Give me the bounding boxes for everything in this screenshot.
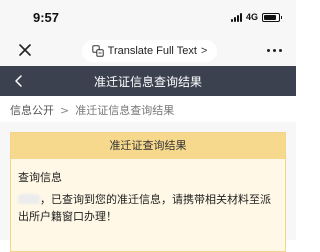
chevron-right-icon: > xyxy=(200,45,208,57)
translate-label: Translate Full Text xyxy=(107,45,197,57)
breadcrumb: 信息公开 > 准迁证信息查询结果 xyxy=(10,102,174,118)
breadcrumb-current: 准迁证信息查询结果 xyxy=(75,104,175,117)
more-options-icon[interactable] xyxy=(267,49,282,52)
page-header: 准迁证信息查询结果 xyxy=(0,66,296,96)
browser-toolbar: Translate Full Text > xyxy=(0,36,296,66)
status-indicators: 4G xyxy=(230,12,282,22)
battery-fill xyxy=(264,14,276,20)
network-label: 4G xyxy=(245,12,258,22)
redacted-name xyxy=(18,194,40,204)
status-bar: 9:57 4G xyxy=(0,0,296,36)
breadcrumb-separator: > xyxy=(60,104,70,117)
signal-icon xyxy=(230,12,242,22)
page-title: 准迁证信息查询结果 xyxy=(93,75,202,89)
battery-icon xyxy=(262,12,282,22)
card-message: ，已查询到您的准迁信息，请携带相关材料至派出所户籍窗口办理！ xyxy=(18,191,280,225)
translate-icon xyxy=(91,45,104,57)
status-time: 9:57 xyxy=(33,10,60,25)
breadcrumb-root-link[interactable]: 信息公开 xyxy=(10,104,54,117)
result-card: 准迁证查询结果 查询信息 ，已查询到您的准迁信息，请携带相关材料至派出所户籍窗口… xyxy=(10,132,286,252)
card-message-text: ，已查询到您的准迁信息，请携带相关材料至派出所户籍窗口办理！ xyxy=(18,193,271,223)
translate-full-text-button[interactable]: Translate Full Text > xyxy=(82,40,217,62)
close-icon[interactable] xyxy=(17,42,33,58)
card-header: 准迁证查询结果 xyxy=(11,133,285,159)
card-section-title: 查询信息 xyxy=(18,171,62,184)
